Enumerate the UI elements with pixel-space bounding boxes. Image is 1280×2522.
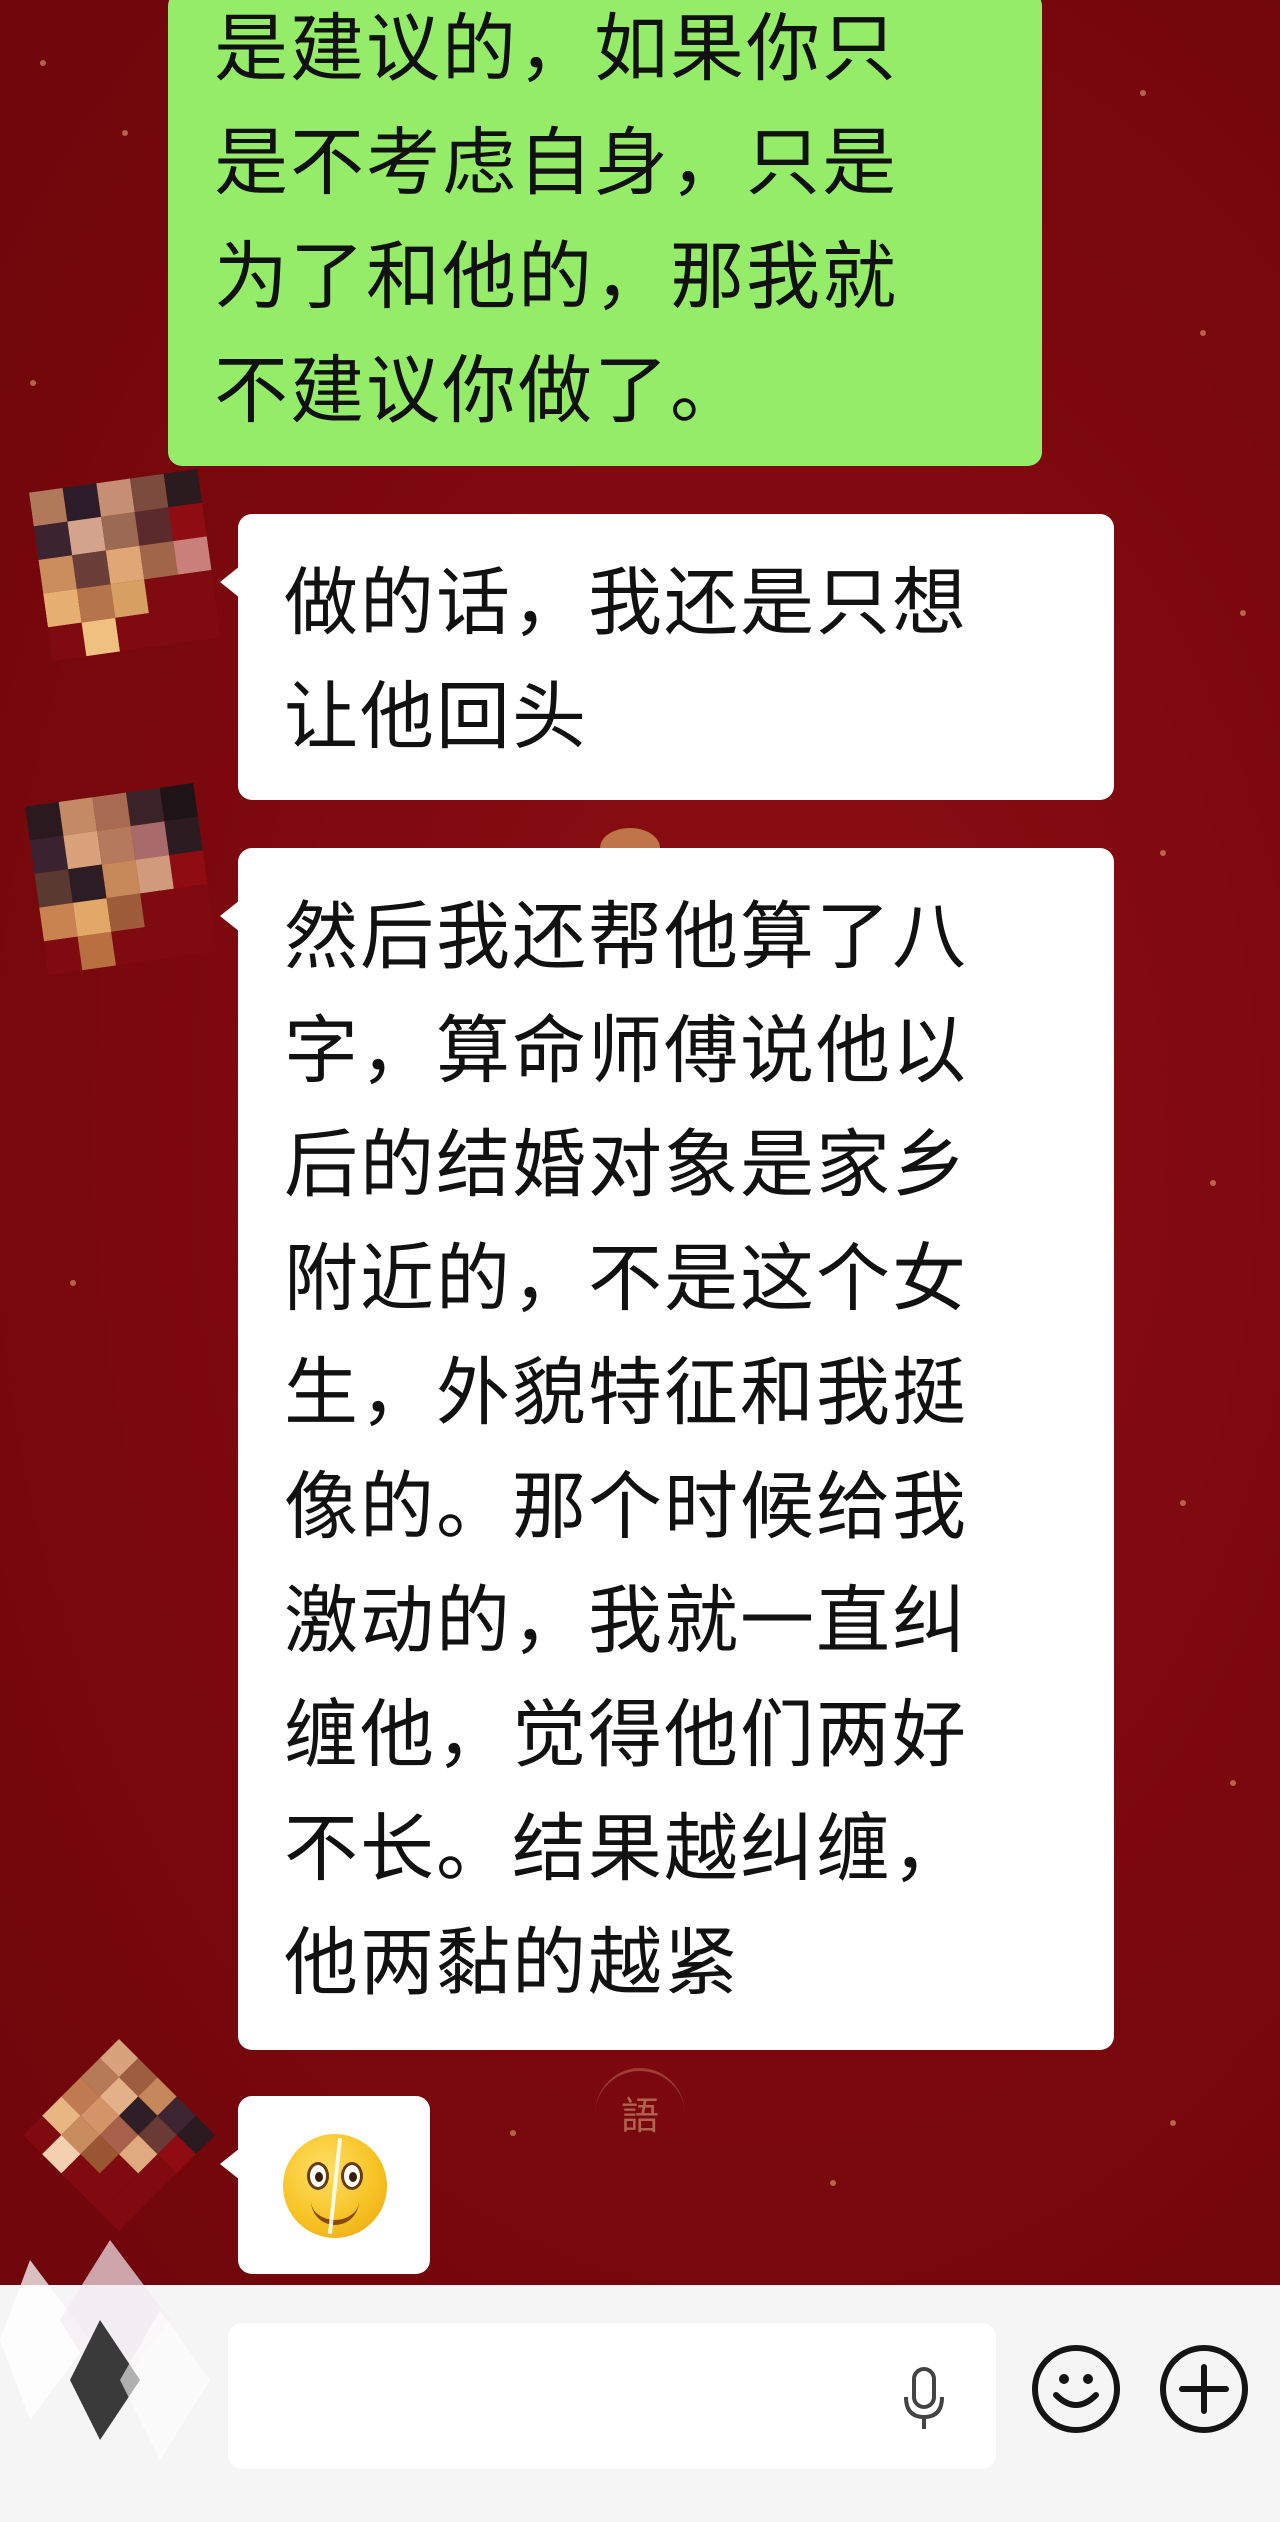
microphone-icon[interactable] bbox=[902, 2367, 946, 2433]
background-sparkle bbox=[40, 60, 46, 66]
avatar[interactable] bbox=[22, 2038, 216, 2232]
background-sparkle bbox=[1230, 1780, 1236, 1786]
background-sparkle bbox=[510, 2130, 516, 2136]
avatar[interactable] bbox=[24, 782, 218, 976]
smile-icon bbox=[1053, 2374, 1099, 2408]
background-sparkle bbox=[1140, 90, 1146, 96]
background-sparkle bbox=[1240, 610, 1246, 616]
message-text: 是建议的，如果你只 是不考虑自身，只是 为了和他的，那我就 不建议你做了。 bbox=[214, 6, 898, 434]
watermark-logo: 語 bbox=[595, 2068, 685, 2161]
background-sparkle bbox=[1170, 2120, 1176, 2126]
chat-background: 語 是建议的，如果你只 是不考虑自身，只是 为了和他的，那我就 不建议你做了。 … bbox=[0, 0, 1280, 2285]
plus-icon bbox=[1179, 2364, 1229, 2414]
background-sparkle bbox=[1210, 1180, 1216, 1186]
cracked-smile-emoji-icon bbox=[283, 2134, 387, 2238]
emoji-button[interactable] bbox=[1032, 2345, 1120, 2433]
background-sparkle bbox=[70, 1280, 76, 1286]
message-input[interactable] bbox=[228, 2323, 996, 2469]
avatar[interactable] bbox=[28, 468, 222, 662]
background-sparkle bbox=[830, 2180, 836, 2186]
background-sparkle bbox=[1160, 850, 1166, 856]
message-text: 做的话，我还是只想 让他回头 bbox=[284, 560, 968, 760]
received-message-bubble[interactable]: 然后我还帮他算了八 字，算命师傅说他以 后的结婚对象是家乡 附近的，不是这个女 … bbox=[220, 848, 1114, 2050]
background-sparkle bbox=[1200, 330, 1206, 336]
sent-message-bubble[interactable]: 是建议的，如果你只 是不考虑自身，只是 为了和他的，那我就 不建议你做了。 bbox=[168, 0, 1042, 466]
received-message-bubble[interactable]: 做的话，我还是只想 让他回头 bbox=[220, 514, 1114, 800]
input-bar bbox=[0, 2285, 1280, 2522]
background-sparkle bbox=[30, 380, 36, 386]
background-sparkle bbox=[1180, 1500, 1186, 1506]
background-sparkle bbox=[122, 130, 128, 136]
more-button[interactable] bbox=[1160, 2345, 1248, 2433]
message-text: 然后我还帮他算了八 字，算命师傅说他以 后的结婚对象是家乡 附近的，不是这个女 … bbox=[284, 894, 968, 2006]
